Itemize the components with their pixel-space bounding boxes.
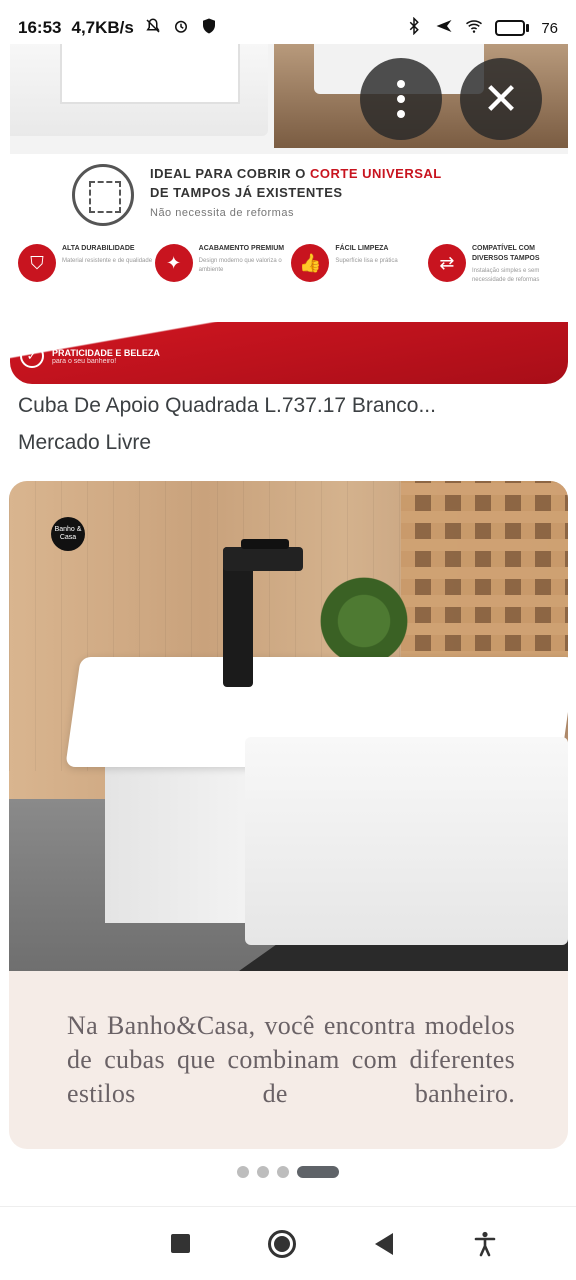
alarm-icon <box>172 17 190 40</box>
headline-part-a: IDEAL PARA COBRIR O <box>150 166 310 181</box>
close-button[interactable]: ✕ <box>460 58 542 140</box>
pager-dot[interactable] <box>257 1166 269 1178</box>
main-product-image[interactable]: Banho & Casa Na Banho&Casa, você encontr… <box>9 481 568 1149</box>
sparkle-icon: ✦ <box>154 244 193 282</box>
feature-desc: Design moderno que valoriza o ambiente <box>198 258 282 273</box>
feature-desc: Material resistente e de qualidade <box>62 258 153 264</box>
compare-icon: ⇄ <box>427 244 466 282</box>
result-title[interactable]: Cuba De Apoio Quadrada L.737.17 Branco..… <box>18 394 558 418</box>
airplane-icon <box>435 17 453 39</box>
result-source[interactable]: Mercado Livre <box>18 431 151 455</box>
battery-percent: 76 <box>541 19 558 37</box>
pager-dot[interactable] <box>277 1166 289 1178</box>
status-right: 76 <box>405 17 558 39</box>
feature-item: ⇄ COMPATÍVEL COM DIVERSOS TAMPOS Instalaç… <box>427 244 563 285</box>
thumbs-up-icon: 👍 <box>291 244 330 282</box>
feature-title: ALTA DURABILIDADE <box>62 245 135 252</box>
headline-sub: Não necessita de reformas <box>150 207 294 219</box>
accessibility-icon <box>474 1231 496 1256</box>
mute-icon <box>144 17 162 40</box>
feature-desc: Superfície lisa e prática <box>335 258 398 264</box>
sink-photo-left <box>10 44 268 136</box>
battery-icon <box>495 20 530 36</box>
feature-title: COMPATÍVEL COM DIVERSOS TAMPOS <box>471 245 540 262</box>
promo-banner: ✓ PRATICIDADE E BELEZA para o seu banhei… <box>10 322 568 384</box>
status-time: 16:53 <box>18 18 62 37</box>
square-icon <box>171 1234 191 1253</box>
close-icon: ✕ <box>482 74 520 124</box>
pager-dot-active[interactable] <box>297 1166 339 1178</box>
system-nav-bar <box>0 1206 576 1280</box>
sink-front <box>245 737 568 945</box>
image-pager <box>0 1166 576 1178</box>
headline-part-b: CORTE UNIVERSAL <box>310 166 442 181</box>
more-vert-icon <box>397 80 405 118</box>
bluetooth-icon <box>405 17 423 39</box>
accessibility-button[interactable] <box>461 1220 509 1268</box>
home-button[interactable] <box>258 1220 306 1268</box>
cut-square-icon <box>72 164 134 226</box>
image-caption: Na Banho&Casa, você encontra modelos de … <box>67 1011 515 1108</box>
headline-line2: DE TAMPOS JÁ EXISTENTES <box>150 185 343 200</box>
feature-item: ⛉ ALTA DURABILIDADE Material resistente e… <box>18 244 153 285</box>
feature-title: ACABAMENTO PREMIUM <box>198 245 285 252</box>
bathroom-photo: Banho & Casa <box>9 481 568 971</box>
wifi-icon <box>465 17 483 39</box>
plant <box>309 555 419 665</box>
banner-subtitle: para o seu banheiro! <box>52 357 117 365</box>
banner-title: PRATICIDADE E BELEZA <box>52 347 160 358</box>
infographic-headline: IDEAL PARA COBRIR O CORTE UNIVERSAL DE T… <box>72 164 552 226</box>
status-speed: 4,7KB/s <box>71 18 134 37</box>
back-button[interactable] <box>360 1220 408 1268</box>
feature-item: ✦ ACABAMENTO PREMIUM Design moderno que v… <box>154 244 290 285</box>
shield-icon: ⛉ <box>18 244 56 282</box>
check-circle-icon: ✓ <box>20 344 44 368</box>
feature-item: 👍 FÁCIL LIMPEZA Superfície lisa e prática <box>291 244 426 285</box>
brand-logo-text: Banho & Casa <box>54 526 82 541</box>
recents-button[interactable] <box>157 1220 205 1268</box>
feature-desc: Instalação simples e sem necessidade de … <box>471 268 540 283</box>
back-triangle-icon <box>374 1232 393 1255</box>
status-left: 16:53 4,7KB/s <box>18 17 218 40</box>
feature-title: FÁCIL LIMPEZA <box>335 245 389 252</box>
home-circle-icon <box>268 1229 297 1258</box>
feature-list: ⛉ ALTA DURABILIDADE Material resistente e… <box>18 244 563 285</box>
more-options-button[interactable] <box>360 58 442 140</box>
sink-side <box>105 753 253 923</box>
brand-logo: Banho & Casa <box>51 517 85 551</box>
pager-dot[interactable] <box>237 1166 249 1178</box>
shield-icon <box>200 17 218 40</box>
